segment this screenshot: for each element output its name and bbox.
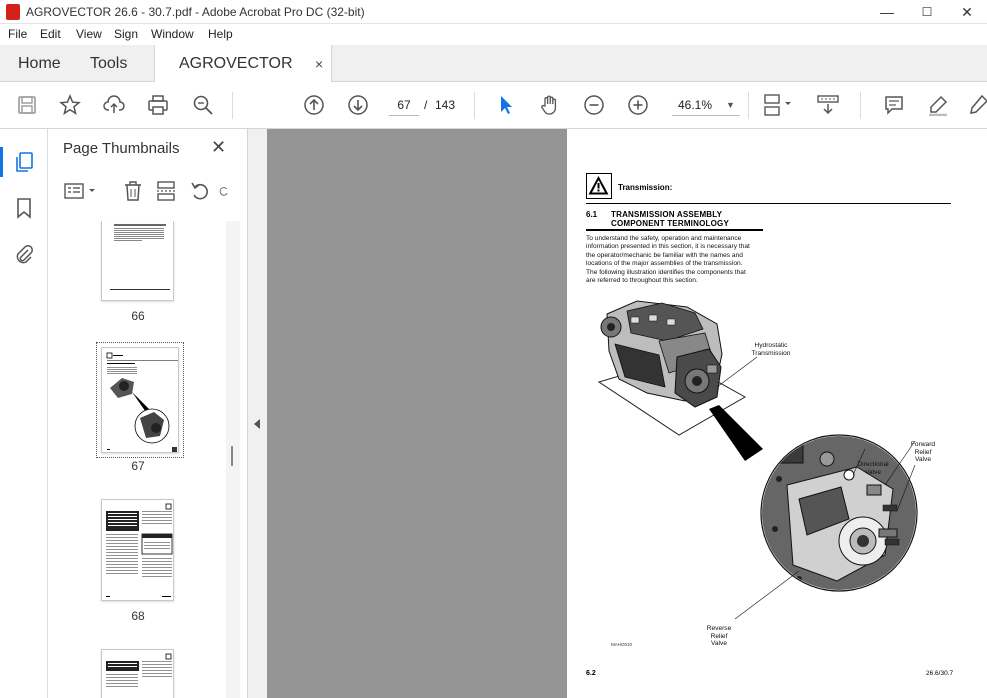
menu-window[interactable]: Window <box>151 27 194 41</box>
figure-reference: MAHO010 <box>611 642 633 647</box>
section-header: Transmission: <box>618 183 673 192</box>
toolbar-separator <box>232 92 233 119</box>
body-text-line: are referred to throughout this section. <box>586 277 698 284</box>
menu-help[interactable]: Help <box>208 27 233 41</box>
rail-active-indicator <box>0 147 3 177</box>
select-arrow-icon[interactable] <box>494 93 518 117</box>
rotate-right-icon[interactable] <box>218 179 230 203</box>
extract-page-icon[interactable] <box>154 179 178 203</box>
save-icon[interactable] <box>15 93 39 117</box>
toolbar-separator <box>474 92 475 119</box>
section-number: 6.1 <box>586 210 598 219</box>
bookmarks-icon[interactable] <box>12 196 36 220</box>
zoom-in-icon[interactable] <box>626 93 650 117</box>
comment-icon[interactable] <box>882 93 906 117</box>
menu-bar: File Edit View Sign Window Help <box>0 24 987 45</box>
main-toolbar: 67 / 143 46.1% ▼ <box>0 82 987 129</box>
panel-title: Page Thumbnails <box>63 140 180 157</box>
upload-icon[interactable] <box>102 93 126 117</box>
thumbnail-page-67[interactable] <box>96 342 184 458</box>
title-bar: AGROVECTOR 26.6 - 30.7.pdf - Adobe Acrob… <box>0 0 987 24</box>
thumbnail-label-67: 67 <box>131 459 145 473</box>
zoom-out-icon[interactable] <box>582 93 606 117</box>
thumbnail-page-66[interactable] <box>101 221 174 301</box>
chevron-down-icon: ▼ <box>726 100 735 110</box>
hand-icon[interactable] <box>538 93 562 117</box>
section-title-line-2: COMPONENT TERMINOLOGY <box>611 219 729 228</box>
acrobat-icon <box>6 4 20 20</box>
navigation-rail <box>0 129 48 698</box>
body-text-line: The following illustration identifies th… <box>586 268 746 276</box>
close-window-button[interactable]: ✕ <box>947 0 987 24</box>
menu-sign[interactable]: Sign <box>114 27 138 41</box>
page-number-input[interactable]: 67 <box>389 94 419 116</box>
maximize-button[interactable]: ☐ <box>907 0 947 24</box>
page-down-icon[interactable] <box>346 93 370 117</box>
page-footer-number: 6.2 <box>586 670 596 677</box>
title-rule <box>586 229 763 231</box>
attachments-icon[interactable] <box>12 243 36 267</box>
callout-directional: Directional Valve <box>857 461 889 476</box>
zoom-value: 46.1% <box>678 98 713 112</box>
close-panel-icon[interactable]: ✕ <box>211 137 226 158</box>
thumbnail-page-69[interactable] <box>101 649 174 698</box>
toolbar-separator <box>860 92 861 119</box>
header-rule <box>586 203 951 204</box>
body-text-line: the operator/mechanic be familiar with t… <box>586 251 743 259</box>
window-title: AGROVECTOR 26.6 - 30.7.pdf - Adobe Acrob… <box>26 5 365 19</box>
delete-page-icon[interactable] <box>121 179 145 203</box>
thumbnails-panel: Page Thumbnails ✕ 66 67 68 <box>48 129 248 698</box>
menu-view[interactable]: View <box>76 27 102 41</box>
section-title-line-1: TRANSMISSION ASSEMBLY <box>611 210 723 219</box>
page-layout-icon[interactable] <box>762 93 796 117</box>
total-pages: 143 <box>435 98 456 112</box>
menu-file[interactable]: File <box>8 27 27 41</box>
close-tab-icon[interactable]: × <box>315 46 323 83</box>
tab-bar: Home Tools AGROVECTOR 26.6... × <box>0 45 987 109</box>
pdf-page: Transmission: 6.1 TRANSMISSION ASSEMBLY … <box>567 129 987 698</box>
minimize-button[interactable]: — <box>867 0 907 24</box>
callout-hydrostatic: Hydrostatic Transmission <box>751 342 791 357</box>
print-icon[interactable] <box>146 93 170 117</box>
body-text-line: locations of the major assemblies of the… <box>586 260 743 268</box>
panel-splitter[interactable] <box>248 129 267 698</box>
collapse-panel-arrow-icon[interactable] <box>254 419 260 429</box>
callout-forward-relief: Forward Relief Valve <box>910 441 936 464</box>
thumbnail-options-icon[interactable] <box>62 179 100 203</box>
thumbnail-label-68: 68 <box>131 609 145 623</box>
scroll-mode-icon[interactable] <box>816 93 840 117</box>
toolbar-separator <box>748 92 749 119</box>
page-thumbnails-icon[interactable] <box>12 150 36 174</box>
tab-tools[interactable]: Tools <box>90 45 127 82</box>
warning-icon <box>586 173 612 199</box>
body-text-line: To understand the safety, operation and … <box>586 235 742 242</box>
bookmark-star-icon[interactable] <box>58 93 82 117</box>
thumbnails-scrollbar[interactable] <box>226 221 240 698</box>
tab-home[interactable]: Home <box>18 45 61 82</box>
page-up-icon[interactable] <box>302 93 326 117</box>
page-separator: / <box>424 98 428 112</box>
search-zoom-icon[interactable] <box>191 93 215 117</box>
menu-edit[interactable]: Edit <box>40 27 61 41</box>
document-viewer[interactable]: Transmission: 6.1 TRANSMISSION ASSEMBLY … <box>267 129 987 698</box>
page-footer-model: 26.6/30.7 <box>926 670 954 677</box>
callout-reverse-relief: Reverse Relief Valve <box>706 625 732 648</box>
thumbnail-label-66: 66 <box>131 309 145 323</box>
highlight-icon[interactable] <box>926 93 950 117</box>
scrollbar-grip[interactable] <box>231 446 233 466</box>
rotate-left-icon[interactable] <box>188 179 212 203</box>
draw-icon[interactable] <box>966 93 987 117</box>
thumbnail-page-68[interactable] <box>101 499 174 601</box>
tab-document[interactable]: AGROVECTOR 26.6... × <box>154 45 332 109</box>
zoom-level-select[interactable]: 46.1% ▼ <box>672 94 740 116</box>
body-text-line: information presented in this section, i… <box>586 243 750 251</box>
